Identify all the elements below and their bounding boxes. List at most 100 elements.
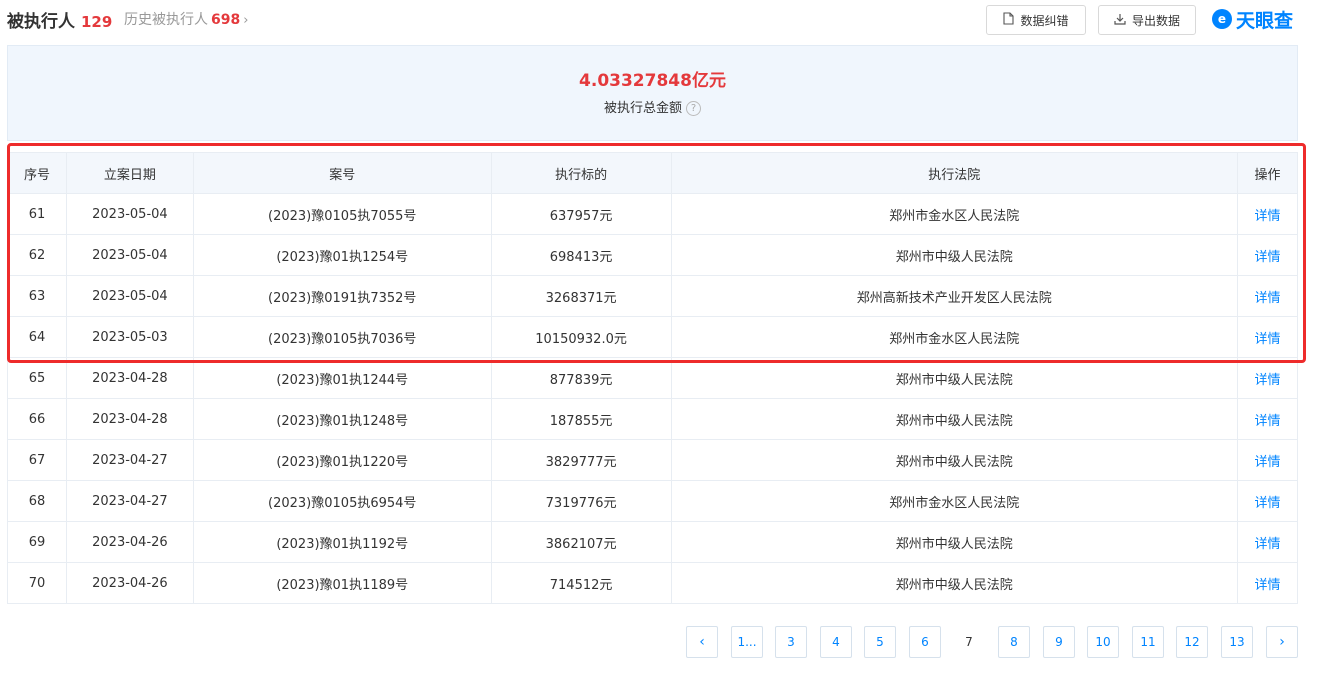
table-row: 69 2023-04-26 (2023)豫01执1192号 3862107元 郑… bbox=[7, 521, 1298, 563]
detail-link[interactable]: 详情 bbox=[1237, 234, 1298, 276]
cell-case-no: (2023)豫0191执7352号 bbox=[192, 275, 492, 317]
cell-amount: 714512元 bbox=[490, 562, 672, 604]
col-header-index: 序号 bbox=[7, 152, 67, 194]
cell-date: 2023-05-04 bbox=[65, 193, 194, 235]
detail-link[interactable]: 详情 bbox=[1237, 439, 1298, 481]
history-count: 698 bbox=[211, 12, 241, 28]
cell-amount: 7319776元 bbox=[490, 480, 672, 522]
total-amount-label-row: 被执行总金额? bbox=[8, 97, 1297, 116]
total-amount-label: 被执行总金额 bbox=[603, 101, 682, 116]
logo-mark-icon: e bbox=[1212, 9, 1232, 29]
history-label: 历史被执行人 bbox=[124, 12, 208, 28]
detail-link[interactable]: 详情 bbox=[1237, 357, 1298, 399]
page-button[interactable]: 4 bbox=[820, 626, 852, 658]
detail-link[interactable]: 详情 bbox=[1237, 275, 1298, 317]
prev-page-button[interactable]: ‹ bbox=[686, 626, 718, 658]
cell-date: 2023-04-28 bbox=[65, 357, 194, 399]
page-button[interactable]: 1... bbox=[731, 626, 763, 658]
cell-court: 郑州市金水区人民法院 bbox=[670, 193, 1239, 235]
cell-date: 2023-05-04 bbox=[65, 234, 194, 276]
page-button[interactable]: 5 bbox=[864, 626, 896, 658]
cell-case-no: (2023)豫01执1254号 bbox=[192, 234, 492, 276]
page-title: 被执行人 129 bbox=[7, 7, 112, 32]
cell-index: 62 bbox=[7, 234, 67, 276]
table-row: 61 2023-05-04 (2023)豫0105执7055号 637957元 … bbox=[7, 193, 1298, 235]
cell-date: 2023-04-27 bbox=[65, 439, 194, 481]
cell-index: 67 bbox=[7, 439, 67, 481]
cell-amount: 3268371元 bbox=[490, 275, 672, 317]
cell-amount: 698413元 bbox=[490, 234, 672, 276]
col-header-amount: 执行标的 bbox=[490, 152, 672, 194]
cell-index: 65 bbox=[7, 357, 67, 399]
help-icon[interactable]: ? bbox=[686, 101, 701, 116]
cell-index: 70 bbox=[7, 562, 67, 604]
pagination: ‹ 1... 3 4 5 6 7 8 9 10 11 12 13 › bbox=[0, 626, 1320, 658]
cell-index: 66 bbox=[7, 398, 67, 440]
total-amount-value: 4.03327848亿元 bbox=[579, 71, 726, 91]
detail-link[interactable]: 详情 bbox=[1237, 193, 1298, 235]
executed-count: 129 bbox=[81, 13, 113, 31]
cell-case-no: (2023)豫0105执6954号 bbox=[192, 480, 492, 522]
detail-link[interactable]: 详情 bbox=[1237, 521, 1298, 563]
total-amount-summary: 4.03327848亿元 被执行总金额? bbox=[7, 45, 1298, 141]
cell-index: 63 bbox=[7, 275, 67, 317]
cell-court: 郑州市中级人民法院 bbox=[670, 439, 1239, 481]
cell-case-no: (2023)豫01执1248号 bbox=[192, 398, 492, 440]
page-button[interactable]: 3 bbox=[775, 626, 807, 658]
tianyancha-logo: e 天眼查 bbox=[1212, 6, 1293, 32]
header: 被执行人 129 历史被执行人 698 › 数据纠错 导出数据 e 天眼查 bbox=[0, 0, 1320, 40]
col-header-court: 执行法院 bbox=[670, 152, 1239, 194]
cell-court: 郑州市中级人民法院 bbox=[670, 398, 1239, 440]
cell-court: 郑州高新技术产业开发区人民法院 bbox=[670, 275, 1239, 317]
page-button[interactable]: 8 bbox=[998, 626, 1030, 658]
cell-index: 68 bbox=[7, 480, 67, 522]
cell-amount: 3829777元 bbox=[490, 439, 672, 481]
history-executed-link[interactable]: 历史被执行人 698 › bbox=[124, 9, 248, 29]
page-button[interactable]: 12 bbox=[1176, 626, 1208, 658]
current-page: 7 bbox=[953, 626, 985, 658]
cell-index: 64 bbox=[7, 316, 67, 358]
table-row: 70 2023-04-26 (2023)豫01执1189号 714512元 郑州… bbox=[7, 562, 1298, 604]
detail-link[interactable]: 详情 bbox=[1237, 398, 1298, 440]
cell-case-no: (2023)豫01执1189号 bbox=[192, 562, 492, 604]
col-header-case-no: 案号 bbox=[192, 152, 492, 194]
cell-case-no: (2023)豫0105执7036号 bbox=[192, 316, 492, 358]
cell-case-no: (2023)豫01执1244号 bbox=[192, 357, 492, 399]
detail-link[interactable]: 详情 bbox=[1237, 316, 1298, 358]
table-row: 67 2023-04-27 (2023)豫01执1220号 3829777元 郑… bbox=[7, 439, 1298, 481]
cell-amount: 187855元 bbox=[490, 398, 672, 440]
chevron-right-icon: › bbox=[243, 13, 249, 28]
cell-date: 2023-05-03 bbox=[65, 316, 194, 358]
cell-court: 郑州市中级人民法院 bbox=[670, 234, 1239, 276]
cell-case-no: (2023)豫01执1220号 bbox=[192, 439, 492, 481]
page-button[interactable]: 6 bbox=[909, 626, 941, 658]
cell-date: 2023-04-28 bbox=[65, 398, 194, 440]
table-row: 68 2023-04-27 (2023)豫0105执6954号 7319776元… bbox=[7, 480, 1298, 522]
cell-case-no: (2023)豫0105执7055号 bbox=[192, 193, 492, 235]
data-correction-label: 数据纠错 bbox=[1020, 13, 1069, 28]
download-icon bbox=[1114, 13, 1126, 28]
export-data-button[interactable]: 导出数据 bbox=[1098, 5, 1196, 35]
cell-court: 郑州市中级人民法院 bbox=[670, 521, 1239, 563]
cell-court: 郑州市金水区人民法院 bbox=[670, 316, 1239, 358]
data-correction-button[interactable]: 数据纠错 bbox=[986, 5, 1086, 35]
cell-date: 2023-05-04 bbox=[65, 275, 194, 317]
cell-date: 2023-04-26 bbox=[65, 521, 194, 563]
page-title-text: 被执行人 bbox=[7, 12, 75, 32]
col-header-action: 操作 bbox=[1237, 152, 1298, 194]
cell-case-no: (2023)豫01执1192号 bbox=[192, 521, 492, 563]
next-page-button[interactable]: › bbox=[1266, 626, 1298, 658]
page-button[interactable]: 11 bbox=[1132, 626, 1164, 658]
page-button[interactable]: 10 bbox=[1087, 626, 1119, 658]
cell-amount: 3862107元 bbox=[490, 521, 672, 563]
cell-index: 69 bbox=[7, 521, 67, 563]
cell-amount: 637957元 bbox=[490, 193, 672, 235]
cell-amount: 10150932.0元 bbox=[490, 316, 672, 358]
table-row: 66 2023-04-28 (2023)豫01执1248号 187855元 郑州… bbox=[7, 398, 1298, 440]
page-button[interactable]: 13 bbox=[1221, 626, 1253, 658]
cell-court: 郑州市中级人民法院 bbox=[670, 357, 1239, 399]
cell-index: 61 bbox=[7, 193, 67, 235]
detail-link[interactable]: 详情 bbox=[1237, 480, 1298, 522]
detail-link[interactable]: 详情 bbox=[1237, 562, 1298, 604]
page-button[interactable]: 9 bbox=[1043, 626, 1075, 658]
